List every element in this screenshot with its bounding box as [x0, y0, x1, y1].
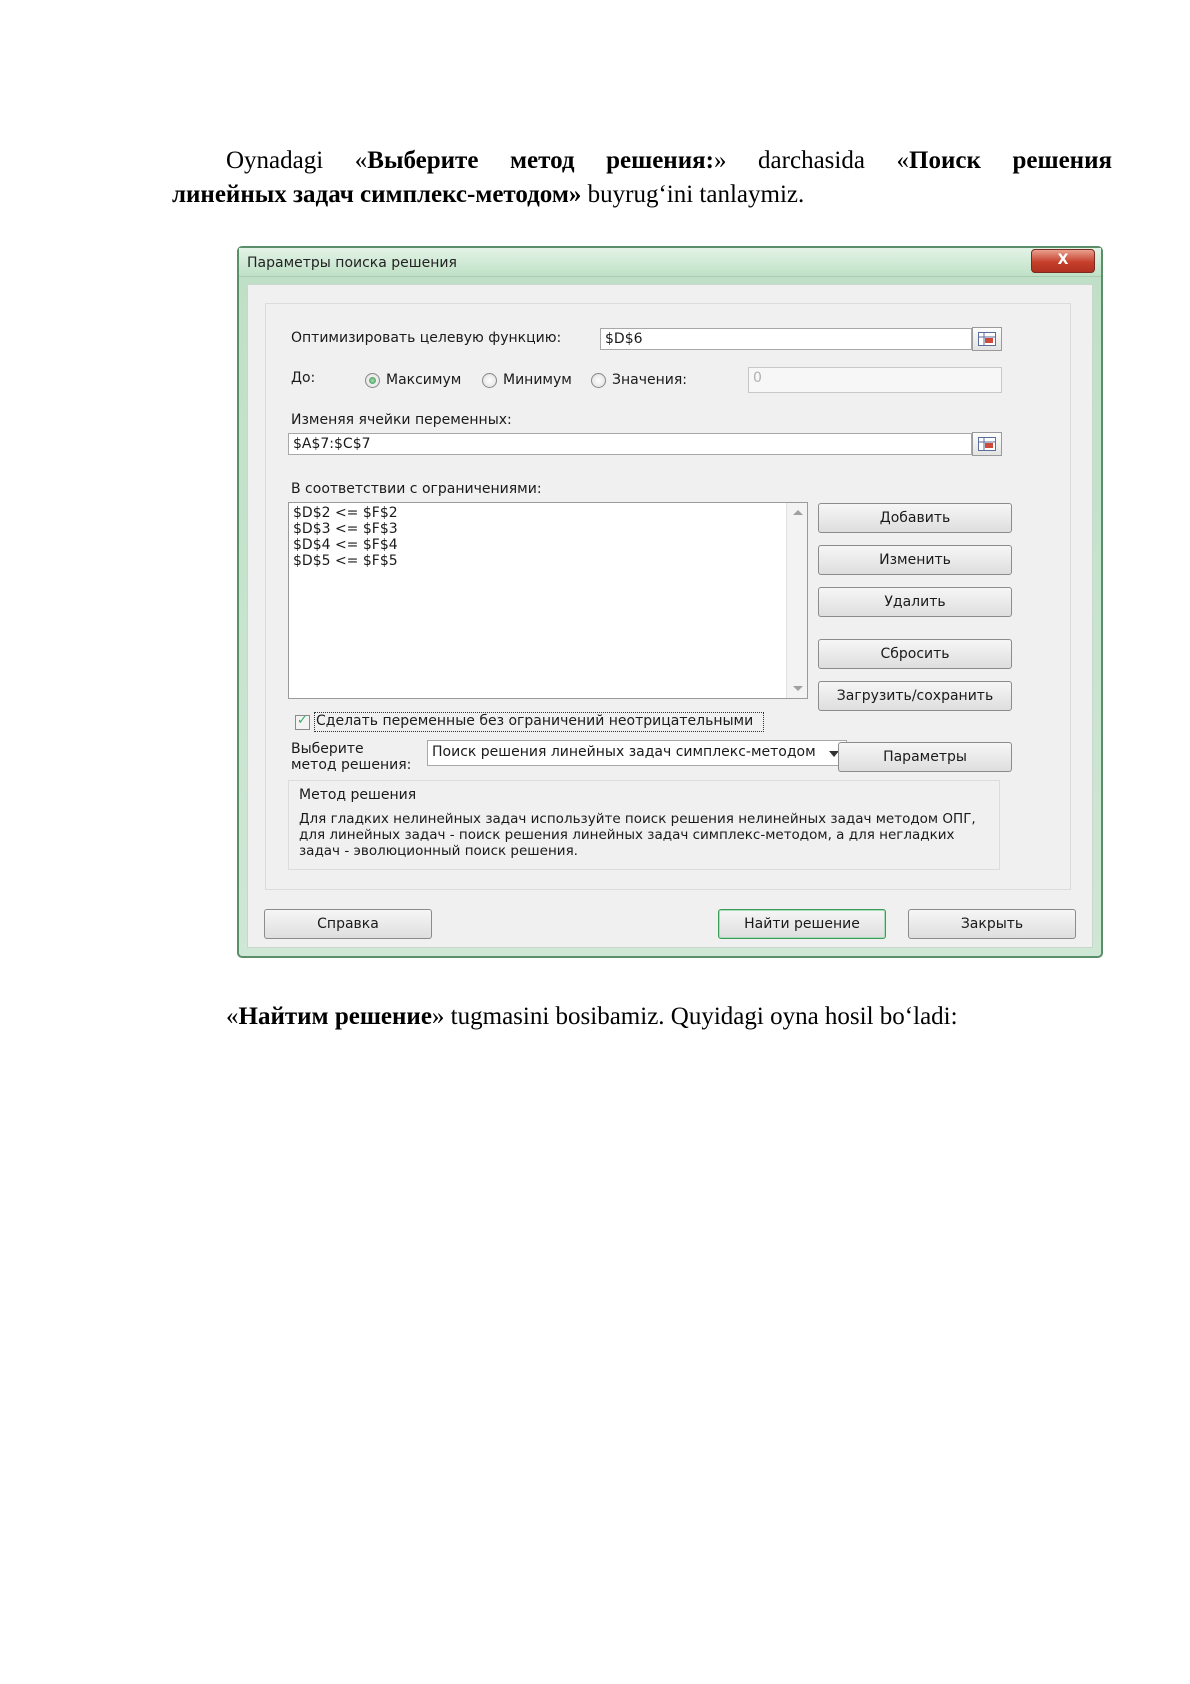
button-label: Изменить: [879, 552, 951, 568]
nonnegative-checkbox[interactable]: ✓: [295, 713, 310, 730]
change-button[interactable]: Изменить: [818, 545, 1012, 575]
changing-cells-label: Изменяя ячейки переменных:: [291, 412, 512, 428]
list-item[interactable]: $D$5 <= $F$5: [293, 553, 398, 569]
range-select-icon: [978, 332, 996, 346]
solving-method-select[interactable]: Поиск решения линейных задач симплекс-ме…: [427, 740, 847, 766]
load-save-button[interactable]: Загрузить/сохранить: [818, 681, 1012, 711]
value-of-input[interactable]: 0: [748, 367, 1002, 393]
text: » tugmasini bosibamiz. Quyidagi oyna hos…: [431, 1003, 958, 1030]
button-label: Параметры: [883, 749, 967, 765]
description-line: Для гладких нелинейных задач используйте…: [299, 811, 976, 827]
dialog-titlebar: Параметры поиска решения X: [239, 248, 1101, 277]
bold-method-name-cont: линейных задач симплекс-методом»: [172, 181, 582, 208]
dialog-title: Параметры поиска решения: [247, 255, 457, 271]
button-label: Сбросить: [880, 646, 950, 662]
radio-value[interactable]: [591, 373, 606, 388]
constraints-scrollbar[interactable]: [786, 503, 807, 698]
reset-button[interactable]: Сбросить: [818, 639, 1012, 669]
button-label: Удалить: [884, 594, 946, 610]
bold-button-name: Найтим решение: [238, 1003, 432, 1030]
button-label: Добавить: [879, 510, 951, 526]
scroll-down-icon[interactable]: [793, 686, 803, 691]
range-select-icon: [978, 437, 996, 451]
radio-minimize[interactable]: [482, 373, 497, 388]
bold-method-name: Поиск решения: [909, 147, 1113, 174]
objective-input[interactable]: $D$6: [600, 328, 972, 350]
select-value: Поиск решения линейных задач симплекс-ме…: [432, 744, 816, 760]
method-description-group: Метод решения Для гладких нелинейных зад…: [288, 780, 1000, 870]
radio-maximize[interactable]: [365, 373, 380, 388]
radio-minimize-label: Минимум: [503, 372, 572, 388]
objective-label: Оптимизировать целевую функцию:: [291, 330, 562, 346]
close-window-button[interactable]: X: [1031, 249, 1095, 273]
description-line: для линейных задач - поиск решения линей…: [299, 827, 955, 843]
scroll-up-icon[interactable]: [793, 510, 803, 515]
radio-maximize-label: Максимум: [386, 372, 462, 388]
text: buyrug‘ini tanlaymiz.: [581, 181, 805, 208]
changing-cells-input[interactable]: $A$7:$C$7: [288, 433, 972, 455]
add-button[interactable]: Добавить: [818, 503, 1012, 533]
parameters-panel: Оптимизировать целевую функцию: $D$6 До:…: [265, 303, 1071, 890]
help-button[interactable]: Справка: [264, 909, 432, 939]
dialog-body: Оптимизировать целевую функцию: $D$6 До:…: [247, 284, 1093, 948]
objective-ref-button[interactable]: [972, 327, 1002, 351]
text: Oynadagi «: [226, 147, 368, 174]
options-button[interactable]: Параметры: [838, 742, 1012, 772]
text: «: [226, 1003, 239, 1030]
button-label: Найти решение: [744, 916, 860, 932]
group-title: Метод решения: [299, 787, 417, 803]
method-label-line1: Выберите: [291, 741, 364, 757]
method-label-line2: метод решения:: [291, 757, 412, 773]
changing-cells-ref-button[interactable]: [972, 432, 1002, 456]
list-item[interactable]: $D$3 <= $F$3: [293, 521, 398, 537]
list-item[interactable]: $D$4 <= $F$4: [293, 537, 398, 553]
paragraph-line-1: Oynadagi «Выберите метод решения:» darch…: [172, 144, 1112, 178]
nonnegative-label[interactable]: Сделать переменные без ограничений неотр…: [316, 713, 753, 729]
to-label: До:: [291, 370, 316, 386]
button-label: Справка: [317, 916, 379, 932]
button-label: Загрузить/сохранить: [836, 688, 994, 704]
close-button[interactable]: Закрыть: [908, 909, 1076, 939]
paragraph-line-2: линейных задач симплекс-методом» buyrug‘…: [172, 178, 1112, 212]
list-item[interactable]: $D$2 <= $F$2: [293, 505, 398, 521]
delete-button[interactable]: Удалить: [818, 587, 1012, 617]
text: » darchasida «: [713, 147, 910, 174]
bold-method-label: Выберите метод решения:: [367, 147, 714, 174]
solver-parameters-dialog: Параметры поиска решения X Оптимизироват…: [237, 246, 1103, 958]
constraints-list[interactable]: $D$2 <= $F$2 $D$3 <= $F$3 $D$4 <= $F$4 $…: [288, 502, 808, 699]
result-paragraph: «Найтим решение» tugmasini bosibamiz. Qu…: [226, 1000, 1126, 1034]
button-label: Закрыть: [960, 916, 1024, 932]
solve-button[interactable]: Найти решение: [718, 909, 886, 939]
radio-value-label: Значения:: [612, 372, 687, 388]
instruction-paragraph: Oynadagi «Выберите метод решения:» darch…: [172, 144, 1112, 212]
check-icon: ✓: [297, 713, 308, 728]
description-line: задач - эволюционный поиск решения.: [299, 843, 578, 859]
constraints-label: В соответствии с ограничениями:: [291, 481, 542, 497]
